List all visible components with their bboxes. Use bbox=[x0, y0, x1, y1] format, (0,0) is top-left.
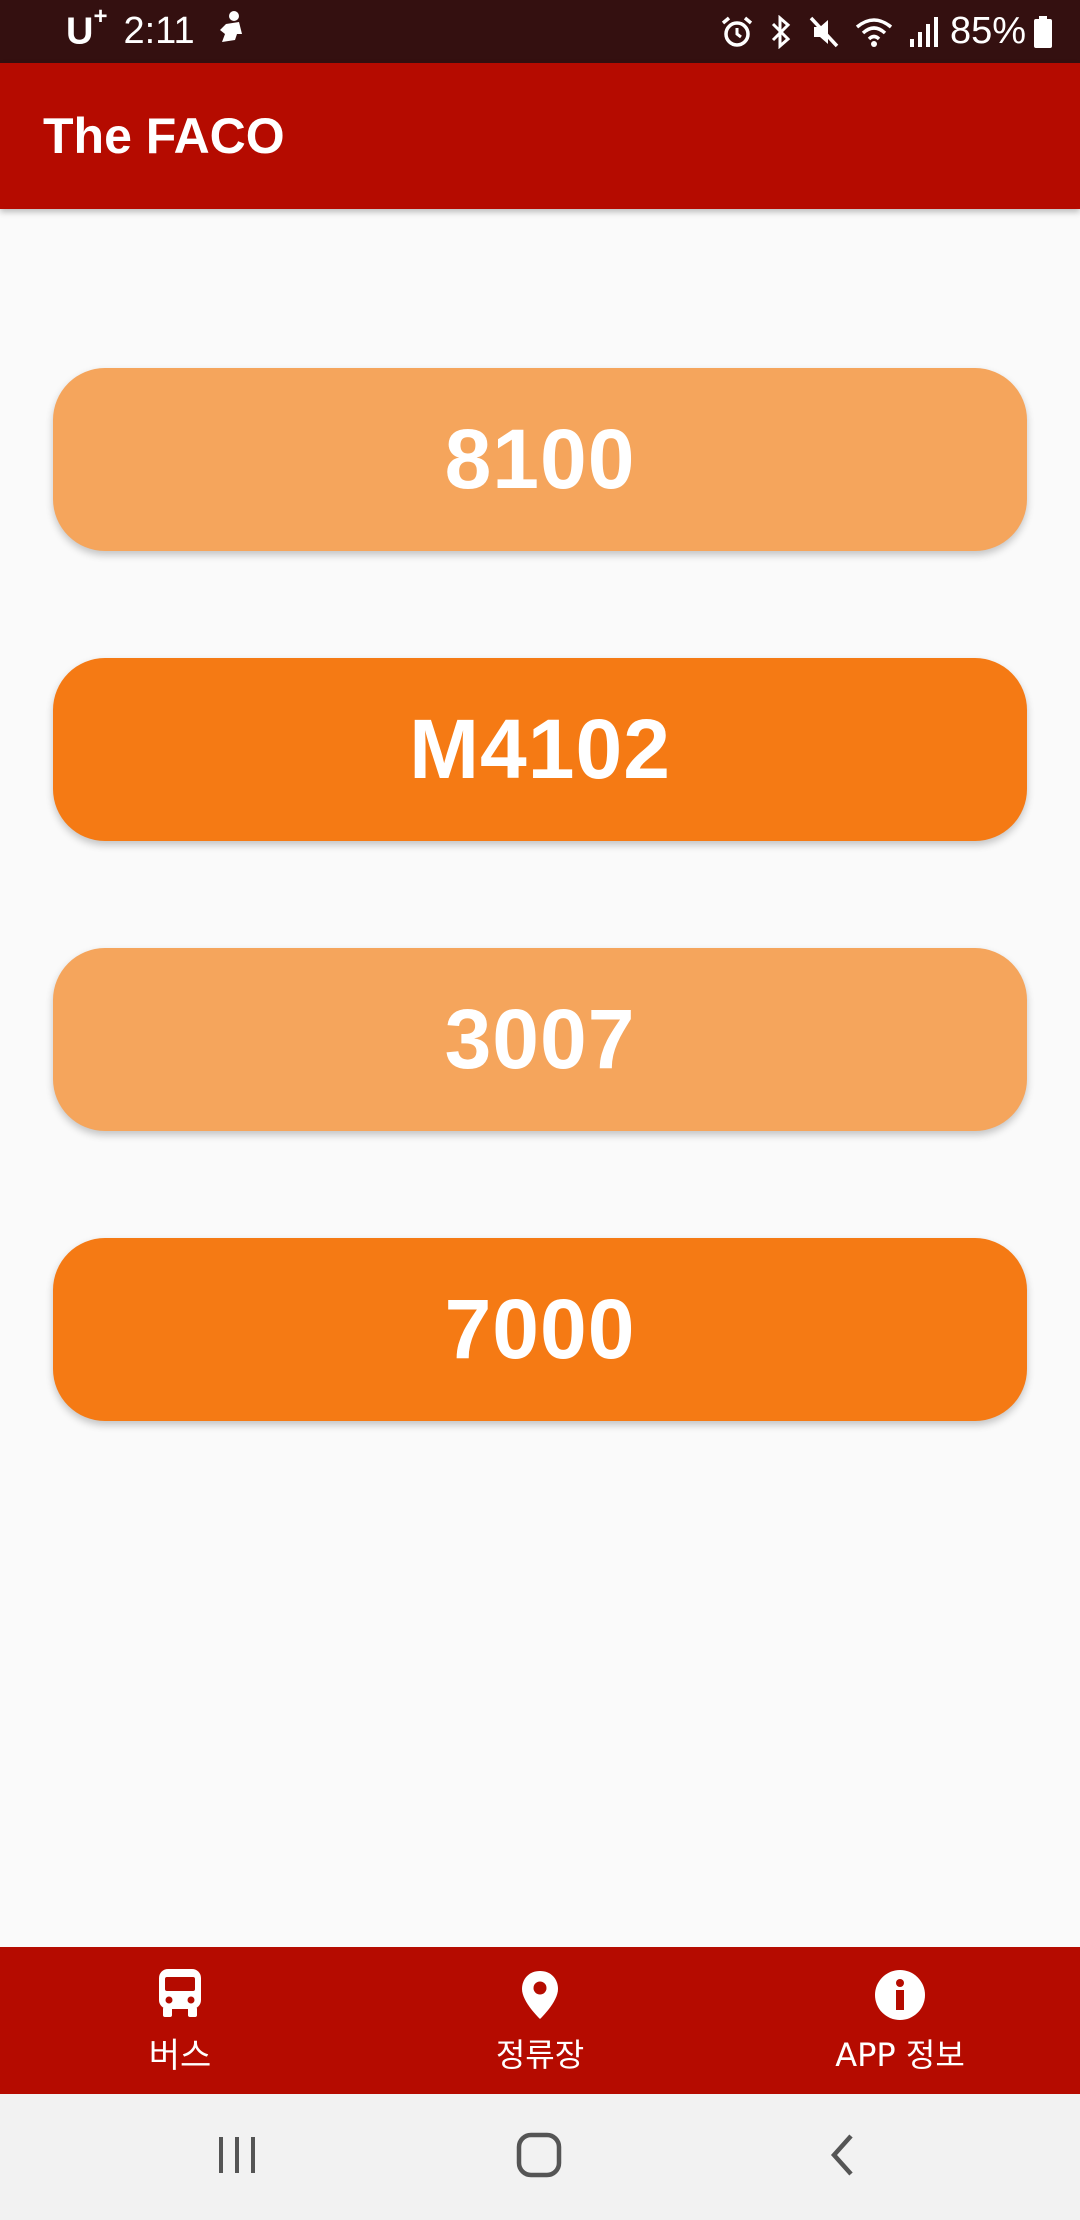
app-title: The FACO bbox=[43, 108, 285, 164]
home-button[interactable] bbox=[479, 2094, 599, 2220]
recents-icon bbox=[216, 2135, 258, 2180]
bus-icon bbox=[156, 1964, 204, 2022]
bus-button-7000[interactable]: 7000 bbox=[53, 1238, 1027, 1421]
nav-item-app-info[interactable]: APP 정보 bbox=[720, 1947, 1080, 2094]
signal-icon bbox=[908, 15, 938, 49]
bottom-navigation: 버스 정류장 APP 정보 bbox=[0, 1947, 1080, 2094]
location-pin-icon bbox=[520, 1966, 560, 2024]
status-time: 2:11 bbox=[123, 10, 195, 52]
status-right: 85% bbox=[706, 0, 1054, 63]
battery-icon bbox=[1032, 15, 1054, 49]
bus-list: 8100 M4102 3007 7000 bbox=[53, 368, 1027, 1528]
nav-label-stops: 정류장 bbox=[495, 2035, 585, 2074]
bluetooth-icon bbox=[768, 14, 794, 49]
battery-percent: 85% bbox=[949, 10, 1026, 52]
bus-button-8100[interactable]: 8100 bbox=[53, 368, 1027, 551]
bus-button-3007[interactable]: 3007 bbox=[53, 948, 1027, 1131]
person-icon bbox=[217, 10, 247, 54]
back-icon bbox=[827, 2132, 857, 2183]
nav-label-app-info: APP 정보 bbox=[835, 2035, 965, 2074]
bus-button-m4102[interactable]: M4102 bbox=[53, 658, 1027, 841]
wifi-icon bbox=[854, 15, 894, 49]
nav-label-bus: 버스 bbox=[148, 2036, 212, 2076]
status-bar: U+ 2:11 85% bbox=[0, 0, 1080, 63]
nav-item-stops[interactable]: 정류장 bbox=[360, 1947, 720, 2094]
mute-icon bbox=[808, 15, 840, 49]
app-bar: The FACO bbox=[0, 63, 1080, 209]
carrier-label: U+ bbox=[66, 3, 108, 53]
home-icon bbox=[516, 2132, 562, 2183]
back-button[interactable] bbox=[782, 2094, 902, 2220]
info-icon bbox=[874, 1966, 926, 2024]
alarm-icon bbox=[720, 15, 754, 49]
nav-item-bus[interactable]: 버스 bbox=[0, 1947, 360, 2094]
system-navigation-bar bbox=[0, 2094, 1080, 2220]
recents-button[interactable] bbox=[177, 2094, 297, 2220]
status-left: U+ 2:11 bbox=[66, 0, 247, 63]
